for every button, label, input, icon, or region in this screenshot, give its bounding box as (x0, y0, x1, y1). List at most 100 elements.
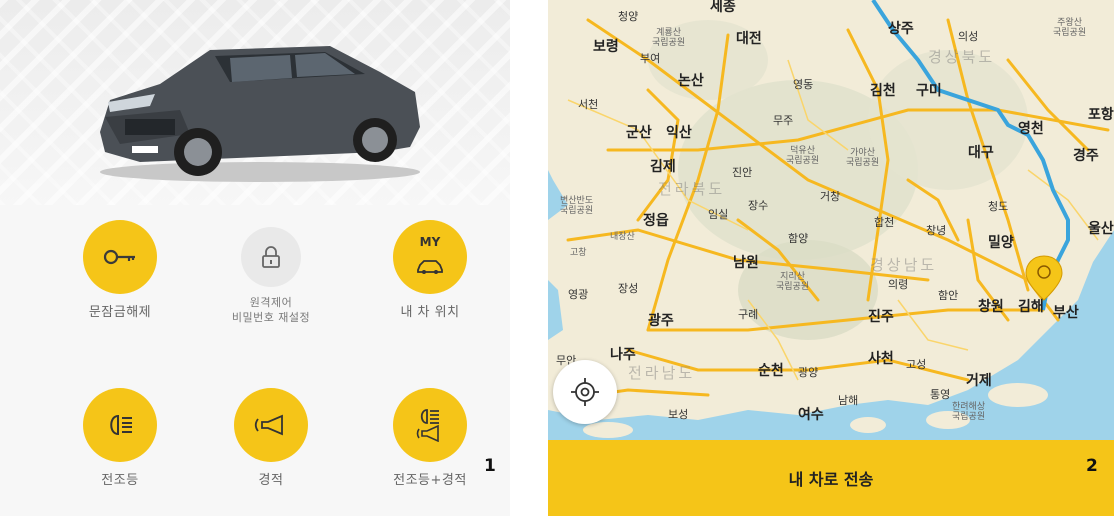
headlight-horn-icon (416, 409, 439, 442)
place-busan: 부산 (1053, 305, 1079, 321)
place-muju: 무주 (773, 114, 794, 127)
car-image (100, 46, 420, 182)
place-namhae: 남해 (838, 394, 859, 407)
headlight-button[interactable] (83, 388, 157, 462)
place-daejeon: 대전 (736, 31, 762, 47)
my-car-location-badge: MY (419, 235, 441, 249)
place-iksan: 익산 (666, 125, 692, 141)
reset-password-label-line2: 비밀번호 재설정 (231, 311, 311, 324)
headlight-label: 전조등 (101, 473, 139, 488)
place-jinju: 진주 (868, 309, 894, 325)
place-jangsu: 장수 (748, 199, 769, 212)
place-ulsan: 울산 (1088, 221, 1114, 237)
send-to-car-button[interactable]: 내 차로 전송 (548, 440, 1114, 516)
place-cheongdo: 청도 (988, 200, 1009, 213)
headlight-item: 전조등 (40, 388, 200, 489)
region-gyeongsangnamdo: 경상남도 (870, 256, 938, 274)
place-pohang: 포항 (1088, 107, 1114, 123)
place-gochang: 고창 (570, 248, 587, 258)
reset-password-item: 원격제어 비밀번호 재설정 (191, 220, 351, 325)
region-jeollabukdo: 전라북도 (658, 180, 726, 198)
place-deogyusan: 덕유산 국립공원 (786, 146, 820, 166)
page: 문잠금해제 원격제어 비밀번호 재설정 MY 내 차 위치 전조등 경적 전조등… (0, 0, 1114, 516)
place-gyeongju: 경주 (1073, 148, 1099, 164)
send-to-car-label: 내 차로 전송 (788, 470, 874, 489)
unlock-door-button[interactable] (83, 220, 157, 294)
place-daegu: 대구 (968, 145, 994, 161)
place-gunsan: 군산 (626, 125, 652, 141)
place-boryeong: 보령 (593, 39, 619, 55)
place-hamyang: 함양 (788, 232, 809, 245)
region-jeollanamdo: 전라남도 (628, 364, 696, 382)
place-namwon: 남원 (733, 255, 759, 271)
place-gyeryongsan: 계룡산 국립공원 (652, 28, 686, 48)
step-number-1: 1 (484, 456, 496, 476)
place-geoje: 거제 (966, 373, 992, 389)
key-icon (103, 249, 135, 265)
region-gyeongsangbukdo: 경상북도 (928, 48, 996, 66)
place-yeongcheon: 영천 (1018, 121, 1044, 137)
reset-password-button[interactable] (241, 227, 301, 287)
place-gwangyang: 광양 (798, 366, 819, 379)
place-tongyeong: 통영 (930, 388, 951, 401)
place-boseong: 보성 (668, 408, 689, 421)
place-geochang: 거창 (820, 190, 841, 203)
place-cheongyang: 청양 (618, 10, 639, 23)
place-suncheon: 순천 (758, 363, 784, 379)
place-sejong: 세종 (710, 0, 736, 15)
crosshair-icon (571, 378, 599, 406)
current-location-button[interactable] (553, 360, 617, 424)
place-gayasan: 가야산 국립공원 (846, 148, 880, 168)
lock-icon (262, 246, 280, 268)
place-gimje: 김제 (650, 159, 676, 175)
place-sangju: 상주 (888, 21, 914, 37)
place-gwangju: 광주 (648, 313, 674, 329)
remote-control-panel: 문잠금해제 원격제어 비밀번호 재설정 MY 내 차 위치 전조등 경적 전조등… (0, 0, 510, 516)
car-hero-area (0, 0, 510, 205)
place-yeonggwang: 영광 (568, 288, 589, 301)
place-byeonsanbando: 변산반도 국립공원 (560, 196, 594, 216)
horn-icon (254, 414, 283, 436)
reset-password-label-line1: 원격제어 (249, 296, 293, 309)
place-gurye: 구례 (738, 308, 759, 321)
my-car-location-item: MY 내 차 위치 (350, 220, 510, 321)
place-nonsan: 논산 (678, 73, 704, 89)
place-hapcheon: 합천 (874, 216, 895, 229)
place-goseong: 고성 (906, 358, 927, 371)
place-gimcheon: 김천 (870, 83, 896, 99)
place-sacheon: 사천 (868, 351, 894, 367)
place-hallyeohaesang: 한려해상 국립공원 (952, 402, 986, 422)
my-car-location-button[interactable]: MY (393, 220, 467, 294)
my-car-location-label: 내 차 위치 (400, 305, 460, 320)
place-seocheon: 서천 (578, 98, 599, 111)
place-changnyeong: 창녕 (926, 224, 947, 237)
place-yeosu: 여수 (798, 407, 824, 423)
place-gumi: 구미 (916, 83, 942, 99)
place-naejangsan: 내장산 (610, 232, 635, 242)
place-naju: 나주 (610, 347, 636, 363)
remote-button-grid: 문잠금해제 원격제어 비밀번호 재설정 MY 내 차 위치 전조등 경적 전조등… (0, 205, 510, 516)
headlight-icon (110, 414, 132, 436)
place-haman: 함안 (938, 289, 959, 302)
place-yeongdong: 영동 (793, 78, 814, 91)
horn-item: 경적 (191, 388, 351, 489)
horn-button[interactable] (234, 388, 308, 462)
place-jeongeup: 정읍 (643, 213, 669, 229)
place-changwon: 창원 (978, 299, 1004, 315)
place-juwangsan: 주왕산 국립공원 (1053, 18, 1087, 38)
horn-label: 경적 (258, 473, 284, 488)
place-buyeo: 부여 (640, 52, 661, 65)
place-jirisan: 지리산 국립공원 (776, 272, 810, 292)
place-gimhae: 김해 (1018, 299, 1044, 315)
place-miryang: 밀양 (988, 235, 1014, 251)
place-uiseong: 의성 (958, 30, 979, 43)
place-imsil: 임실 (708, 208, 729, 221)
place-jinan: 진안 (732, 166, 753, 179)
unlock-door-item: 문잠금해제 (40, 220, 200, 321)
map-panel: 세종 청양 보령 계룡산 국립공원 대전 부여 논산 상주 의성 주왕산 국립공원 … (548, 0, 1114, 516)
car-icon (417, 259, 443, 274)
headlight-horn-button[interactable] (393, 388, 467, 462)
place-jangseong: 장성 (618, 282, 639, 295)
step-number-2: 2 (1086, 456, 1098, 476)
place-uiryeong: 의령 (888, 278, 909, 291)
